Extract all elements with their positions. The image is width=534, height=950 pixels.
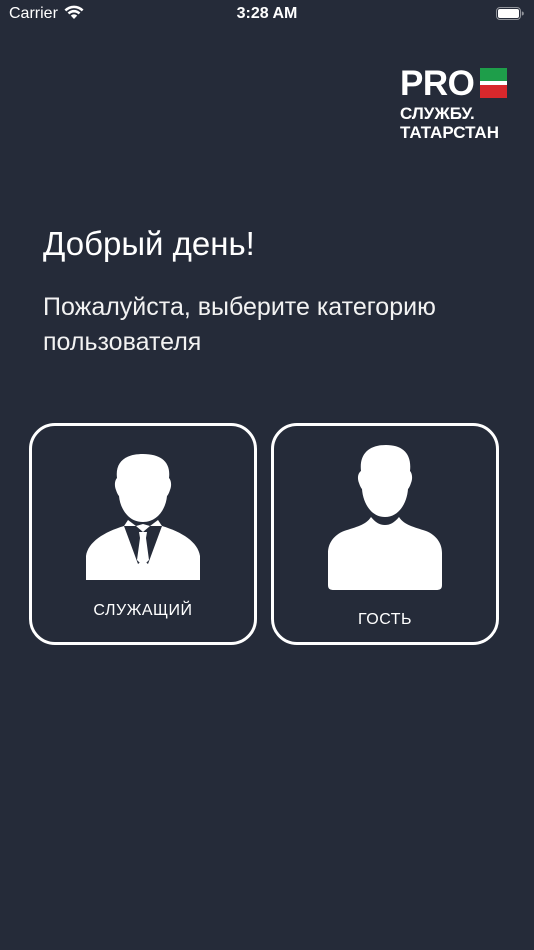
battery-icon (496, 7, 524, 20)
guest-category-button[interactable]: ГОСТЬ (271, 423, 499, 645)
status-bar: Carrier 3:28 AM (0, 0, 534, 28)
app-logo: PRO СЛУЖБУ. ТАТАРСТАН (400, 66, 510, 146)
guest-category-label: ГОСТЬ (357, 611, 412, 628)
logo-pro-text: PRO (400, 64, 475, 103)
employee-category-button[interactable]: СЛУЖАЩИЙ (29, 423, 257, 645)
logo-line-2: ТАТАРСТАН (400, 123, 499, 142)
tatarstan-flag-icon (480, 68, 507, 98)
logo-line-1: СЛУЖБУ. (400, 104, 475, 123)
status-time: 3:28 AM (236, 5, 298, 22)
employee-category-label: СЛУЖАЩИЙ (93, 602, 193, 619)
employee-avatar-icon (84, 452, 202, 585)
greeting-subtitle: Пожалуйста, выберите категорию пользоват… (43, 293, 436, 356)
greeting-title: Добрый день! (43, 225, 255, 262)
guest-avatar-icon (326, 443, 444, 596)
